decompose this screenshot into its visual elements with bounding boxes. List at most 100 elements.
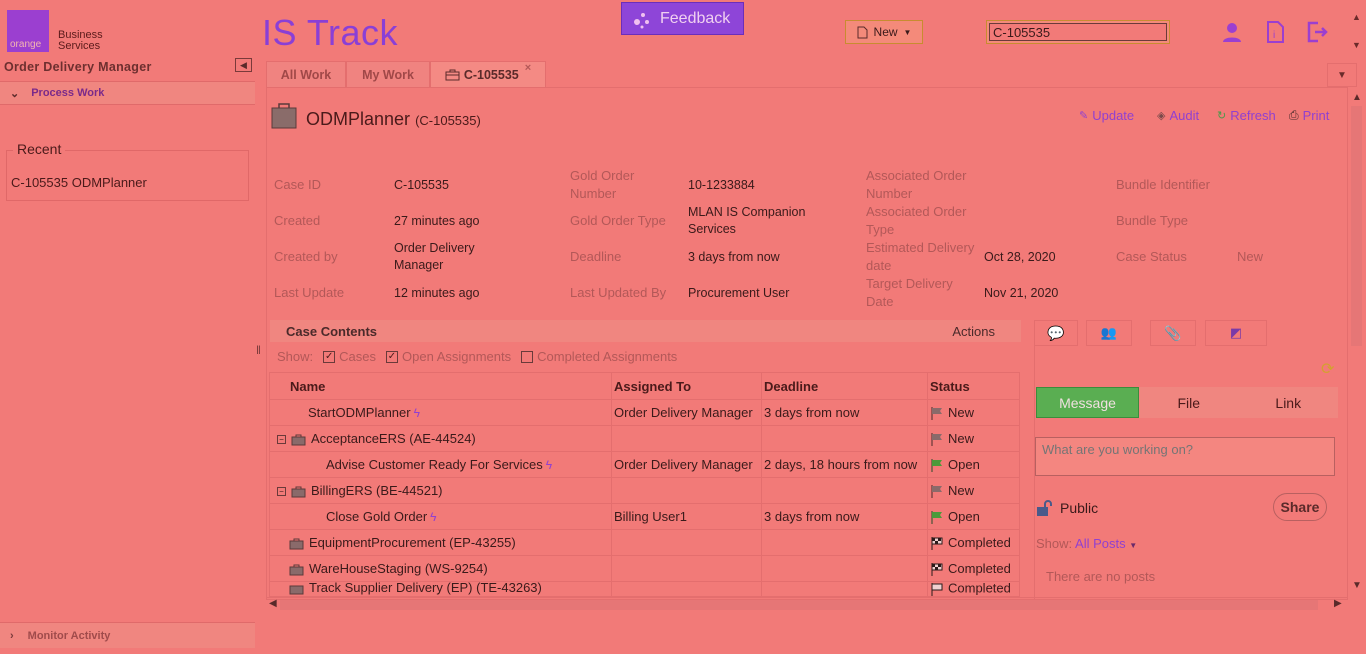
horizontal-scroll-thumb[interactable]: [280, 600, 1318, 610]
completed-assignments-checkbox[interactable]: [521, 350, 534, 363]
recent-label: Recent: [13, 141, 66, 157]
collapse-node-icon[interactable]: −: [277, 435, 286, 445]
col-assigned-to[interactable]: Assigned To: [611, 372, 762, 400]
tab-participants[interactable]: 👥: [1086, 320, 1132, 346]
process-work-accordion[interactable]: ⌄ Process Work: [0, 81, 255, 105]
table-row[interactable]: StartODMPlanner ϟ Order Delivery Manager …: [269, 399, 1020, 426]
splitter-handle[interactable]: ‖: [256, 343, 261, 357]
close-tab-icon[interactable]: ×: [525, 62, 531, 74]
refresh-button[interactable]: ↻ Refresh: [1217, 108, 1276, 123]
case-name: ODMPlanner: [306, 109, 411, 129]
new-button[interactable]: New ▼: [845, 20, 923, 44]
recent-item[interactable]: C-105535 ODMPlanner: [11, 175, 147, 190]
row-name[interactable]: Advise Customer Ready For Services: [326, 457, 543, 472]
printer-icon: ⎙: [1289, 108, 1299, 122]
table-row[interactable]: Close Gold Order ϟ Billing User1 3 days f…: [269, 503, 1020, 530]
horizontal-scrollbar[interactable]: ◀ ▶: [266, 597, 1348, 611]
gold-order-type-value: MLAN IS Companion Services: [688, 205, 806, 236]
tab-my-work[interactable]: My Work: [346, 61, 430, 87]
col-name[interactable]: Name: [269, 372, 612, 400]
post-textarea[interactable]: [1035, 437, 1335, 476]
feedback-button[interactable]: Feedback: [621, 2, 744, 35]
monitor-activity-accordion[interactable]: › Monitor Activity: [0, 622, 255, 648]
case-contents-actions[interactable]: Actions: [952, 324, 995, 339]
row-deadline: [761, 529, 928, 556]
visibility-toggle[interactable]: Public: [1036, 499, 1098, 517]
row-status: Open: [948, 508, 980, 524]
vertical-scrollbar[interactable]: ▲ ▼: [1349, 92, 1364, 597]
table-row[interactable]: Advise Customer Ready For Services ϟ Orde…: [269, 451, 1020, 478]
flag-open-icon: [931, 511, 942, 525]
open-assignments-checkbox[interactable]: ✓: [386, 350, 398, 363]
update-button[interactable]: ✎ Update: [1079, 108, 1134, 123]
collapse-panel-button[interactable]: ◀: [235, 58, 252, 72]
caret-down-icon: ▼: [1337, 69, 1347, 81]
left-panel-title: Order Delivery Manager: [4, 60, 152, 74]
scroll-left-icon[interactable]: ◀: [269, 598, 277, 609]
row-name[interactable]: Close Gold Order: [326, 509, 427, 524]
row-deadline: [761, 425, 928, 452]
row-name[interactable]: Track Supplier Delivery (EP) (TE-43263): [309, 583, 542, 596]
row-name[interactable]: BillingERS (BE-44521): [311, 483, 443, 498]
scroll-up-icon[interactable]: ▲: [1352, 92, 1362, 103]
user-icon[interactable]: [1221, 20, 1243, 44]
vertical-scroll-thumb[interactable]: [1351, 106, 1362, 346]
created-label: Created: [274, 213, 321, 228]
row-assigned: [611, 555, 762, 582]
row-deadline: 2 days, 18 hours from now: [761, 451, 928, 478]
col-deadline[interactable]: Deadline: [761, 372, 928, 400]
row-name[interactable]: EquipmentProcurement (EP-43255): [309, 535, 516, 550]
tab-message[interactable]: Message: [1036, 387, 1139, 418]
table-row[interactable]: − BillingERS (BE-44521) New: [269, 477, 1020, 504]
caret-down-icon[interactable]: ▼: [1129, 541, 1137, 550]
scroll-down-icon[interactable]: ▼: [1352, 580, 1362, 591]
post-filter-dropdown[interactable]: All Posts: [1075, 536, 1126, 551]
show-filter-row: Show: ✓ Cases ✓ Open Assignments Completed…: [277, 349, 677, 364]
table-row[interactable]: WareHouseStaging (WS-9254) Completed: [269, 555, 1020, 582]
window-scroll-down-icon[interactable]: ▼: [1352, 40, 1361, 50]
collapse-node-icon[interactable]: −: [277, 487, 286, 497]
tab-attachments[interactable]: 📎: [1150, 320, 1196, 346]
col-status[interactable]: Status: [927, 372, 1020, 400]
target-delivery-label: Target Delivery Date: [866, 276, 953, 309]
scroll-right-icon[interactable]: ▶: [1334, 598, 1342, 609]
table-row[interactable]: Track Supplier Delivery (EP) (TE-43263) …: [269, 581, 1020, 597]
row-deadline: 3 days from now: [761, 503, 928, 530]
row-name[interactable]: StartODMPlanner: [308, 405, 411, 420]
row-deadline: [761, 477, 928, 504]
case-id-label: Case ID: [274, 177, 321, 192]
associated-order-number-label: Associated Order Number: [866, 168, 967, 201]
tab-menu-button[interactable]: ▼: [1327, 63, 1357, 87]
created-by-value: Order Delivery Manager: [394, 241, 475, 272]
row-name[interactable]: WareHouseStaging (WS-9254): [309, 561, 488, 576]
update-label: Update: [1092, 108, 1135, 123]
row-status: Completed: [948, 560, 1011, 576]
logout-icon[interactable]: [1306, 20, 1328, 44]
cases-checkbox[interactable]: ✓: [323, 350, 336, 363]
print-button[interactable]: ⎙ Print: [1289, 108, 1329, 123]
tab-link[interactable]: Link: [1239, 387, 1339, 418]
tab-all-work[interactable]: All Work: [266, 61, 346, 87]
help-document-icon[interactable]: i: [1264, 20, 1286, 44]
flag-open-icon: [931, 459, 942, 473]
share-button[interactable]: Share: [1273, 493, 1327, 521]
last-updated-by-value: Procurement User: [688, 286, 790, 300]
unlock-icon: [1037, 500, 1052, 516]
tab-case[interactable]: C-105535 ×: [430, 61, 546, 87]
flag-completed-icon: [931, 537, 943, 551]
audit-button[interactable]: ◈ Audit: [1157, 108, 1199, 123]
search-input[interactable]: [989, 23, 1167, 41]
row-name[interactable]: AcceptanceERS (AE-44524): [311, 431, 476, 446]
table-row[interactable]: − AcceptanceERS (AE-44524) New: [269, 425, 1020, 452]
briefcase-icon: [445, 69, 460, 80]
row-assigned: [611, 477, 762, 504]
tab-pulse[interactable]: 💬: [1034, 320, 1078, 346]
table-row[interactable]: EquipmentProcurement (EP-43255) Complete…: [269, 529, 1020, 556]
case-contents-title: Case Contents: [286, 323, 378, 339]
post-type-tabs: Message File Link: [1036, 387, 1338, 418]
tab-file[interactable]: File: [1139, 387, 1239, 418]
refresh-feed-icon[interactable]: ⟳: [1321, 359, 1334, 379]
window-scroll-up-icon[interactable]: ▲: [1352, 12, 1361, 22]
chevron-left-icon: ◀: [240, 59, 247, 70]
tab-related[interactable]: ◩: [1205, 320, 1267, 346]
